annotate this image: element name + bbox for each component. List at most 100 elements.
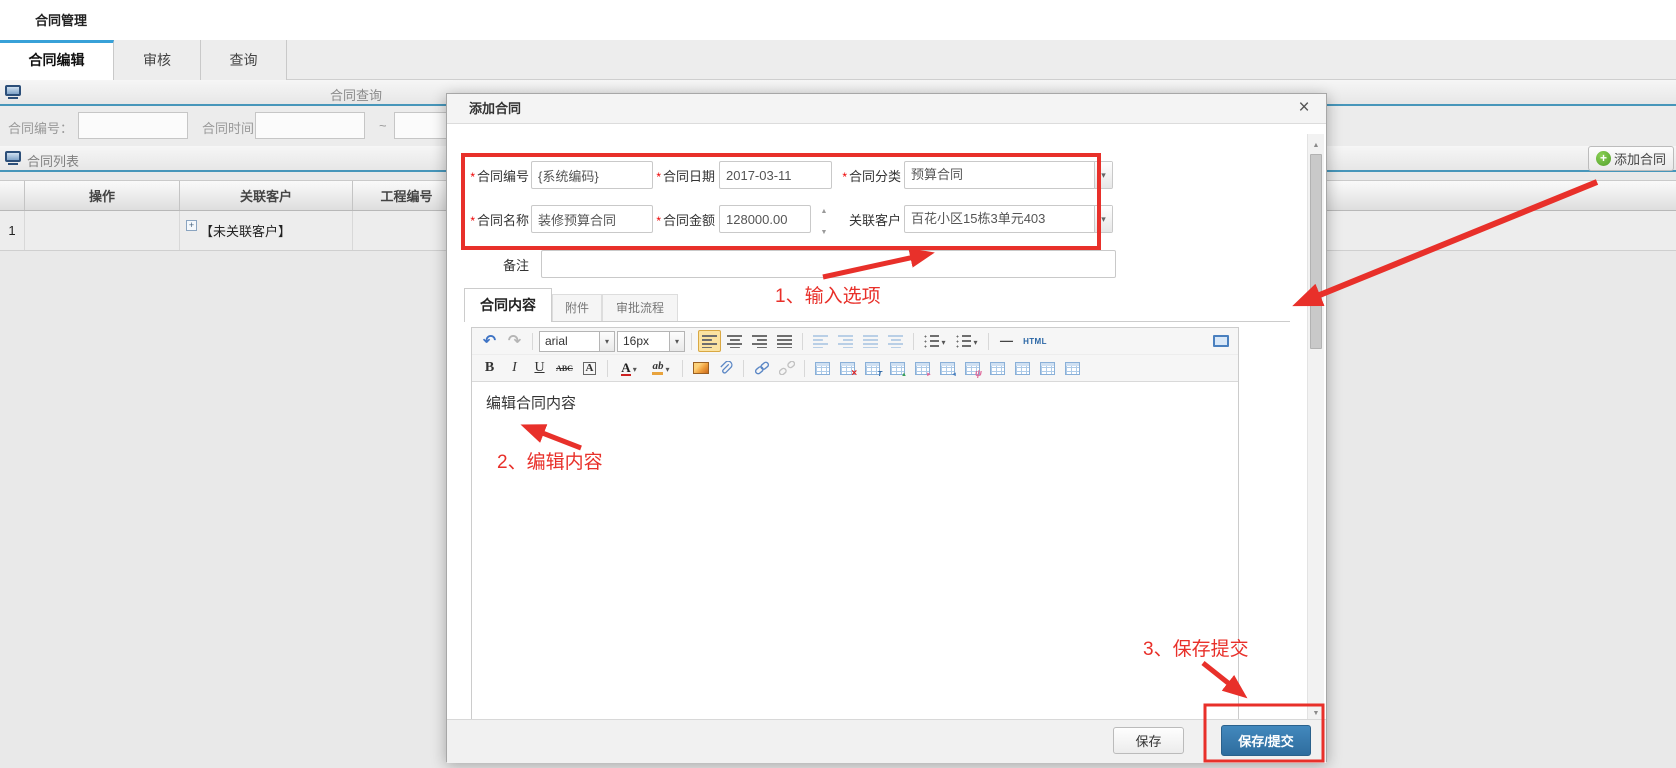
row-index: 1: [0, 211, 25, 250]
separator: [691, 333, 692, 350]
redo-icon[interactable]: [503, 330, 526, 352]
blockquote-right-icon[interactable]: [884, 330, 907, 352]
chevron-down-icon[interactable]: [669, 332, 684, 351]
editor-toolbar-row1: arial 16px: [472, 328, 1238, 355]
contract-type-field-label: * 合同分类: [827, 161, 901, 189]
unlink-icon[interactable]: [775, 357, 798, 379]
italic-button[interactable]: I: [503, 357, 526, 379]
align-center-icon[interactable]: [723, 330, 746, 352]
html-source-button[interactable]: HTML: [1020, 330, 1050, 352]
editor-content[interactable]: 编辑合同内容: [472, 382, 1238, 720]
remove-format-button[interactable]: A: [578, 357, 601, 379]
column-index: [0, 181, 25, 210]
contract-amount-input[interactable]: [719, 205, 811, 233]
tab-attachments[interactable]: 附件: [552, 294, 602, 322]
column-project-no: 工程编号: [353, 181, 461, 210]
dialog-footer: 保存 保存/提交: [447, 719, 1326, 763]
contract-no-input[interactable]: [531, 161, 653, 189]
font-size-select[interactable]: 16px: [617, 331, 685, 352]
row-project-no-cell: [353, 211, 461, 250]
separator: [607, 360, 608, 377]
split-cells-icon[interactable]: [1011, 357, 1034, 379]
delete-table-icon[interactable]: [836, 357, 859, 379]
chevron-down-icon: [663, 359, 669, 377]
contract-time-from-input[interactable]: [255, 112, 365, 139]
font-color-button[interactable]: A: [614, 357, 644, 379]
merge-cells-icon[interactable]: [986, 357, 1009, 379]
editor-toolbar-row2: B I U ABC A A ab: [472, 355, 1238, 382]
contract-name-input[interactable]: [531, 205, 653, 233]
insert-image-icon[interactable]: [689, 357, 712, 379]
indent-icon[interactable]: [834, 330, 857, 352]
add-contract-button[interactable]: 添加合同: [1588, 146, 1674, 171]
contract-name-field-label: * 合同名称: [455, 205, 529, 233]
fullscreen-icon[interactable]: [1209, 330, 1232, 352]
attachment-icon[interactable]: [714, 357, 737, 379]
chevron-down-icon[interactable]: [599, 332, 614, 351]
cell-properties-icon[interactable]: [1061, 357, 1084, 379]
tab-query[interactable]: 查询: [201, 40, 287, 80]
tab-contract-content[interactable]: 合同内容: [464, 288, 552, 322]
unordered-list-icon[interactable]: [952, 330, 982, 352]
outdent-icon[interactable]: [809, 330, 832, 352]
delete-col-icon[interactable]: [961, 357, 984, 379]
insert-row-above-icon[interactable]: [886, 357, 909, 379]
contract-date-field-label: * 合同日期: [641, 161, 715, 189]
insert-col-left-icon[interactable]: [936, 357, 959, 379]
contract-no-search-input[interactable]: [78, 112, 188, 139]
topbar: 合同管理: [0, 0, 1676, 40]
scroll-down-icon[interactable]: [1308, 702, 1324, 719]
align-left-icon[interactable]: [698, 330, 721, 352]
contract-date-input[interactable]: [719, 161, 832, 189]
row-customer-cell: 【未关联客户】: [180, 211, 353, 250]
range-separator: ~: [379, 118, 387, 133]
separator: [913, 333, 914, 350]
save-submit-button[interactable]: 保存/提交: [1221, 725, 1311, 756]
remark-input[interactable]: [541, 250, 1116, 278]
separator: [804, 360, 805, 377]
ordered-list-icon[interactable]: [920, 330, 950, 352]
close-icon[interactable]: ×: [1292, 94, 1316, 124]
dialog-scrollbar[interactable]: [1307, 134, 1324, 719]
scrollbar-thumb[interactable]: [1310, 154, 1322, 349]
tab-approval-flow[interactable]: 审批流程: [602, 294, 678, 322]
rich-text-editor: arial 16px: [471, 327, 1239, 719]
separator: [743, 360, 744, 377]
customer-select[interactable]: 百花小区15栋3单元403: [904, 205, 1113, 233]
save-button[interactable]: 保存: [1113, 727, 1184, 754]
chevron-down-icon: [631, 359, 637, 377]
align-right-icon[interactable]: [748, 330, 771, 352]
expand-icon[interactable]: [186, 220, 197, 231]
chevron-down-icon: [971, 332, 977, 350]
panel-icon: [5, 85, 21, 96]
chevron-down-icon: [939, 332, 945, 350]
bold-button[interactable]: B: [478, 357, 501, 379]
scroll-up-icon[interactable]: [1308, 134, 1324, 151]
table-properties-icon[interactable]: [861, 357, 884, 379]
font-name-select[interactable]: arial: [539, 331, 615, 352]
separator: [532, 333, 533, 350]
link-icon[interactable]: [750, 357, 773, 379]
separator: [682, 360, 683, 377]
undo-icon[interactable]: [478, 330, 501, 352]
blockquote-left-icon[interactable]: [859, 330, 882, 352]
horizontal-rule-icon[interactable]: [995, 330, 1018, 352]
chevron-down-icon[interactable]: [1094, 206, 1112, 232]
insert-table-icon[interactable]: [811, 357, 834, 379]
underline-button[interactable]: U: [528, 357, 551, 379]
tab-divider: [464, 321, 1290, 322]
remark-field-label: 备注: [461, 250, 529, 278]
add-contract-label: 添加合同: [1614, 149, 1666, 168]
chevron-down-icon[interactable]: [1094, 162, 1112, 188]
highlight-button[interactable]: ab: [646, 357, 676, 379]
page-title: 合同管理: [35, 10, 87, 29]
delete-row-icon[interactable]: [911, 357, 934, 379]
contract-amount-field-label: * 合同金额: [641, 205, 715, 233]
contract-management-app: 合同管理 合同编辑 审核 查询 合同查询 合同编号： 合同时间： ~ 合同列表 …: [0, 0, 1676, 768]
align-justify-icon[interactable]: [773, 330, 796, 352]
cell-split-vertical-icon[interactable]: [1036, 357, 1059, 379]
tab-review[interactable]: 审核: [114, 40, 201, 80]
contract-type-select[interactable]: 预算合同: [904, 161, 1113, 189]
strikethrough-button[interactable]: ABC: [553, 357, 576, 379]
tab-contract-edit[interactable]: 合同编辑: [0, 40, 114, 80]
